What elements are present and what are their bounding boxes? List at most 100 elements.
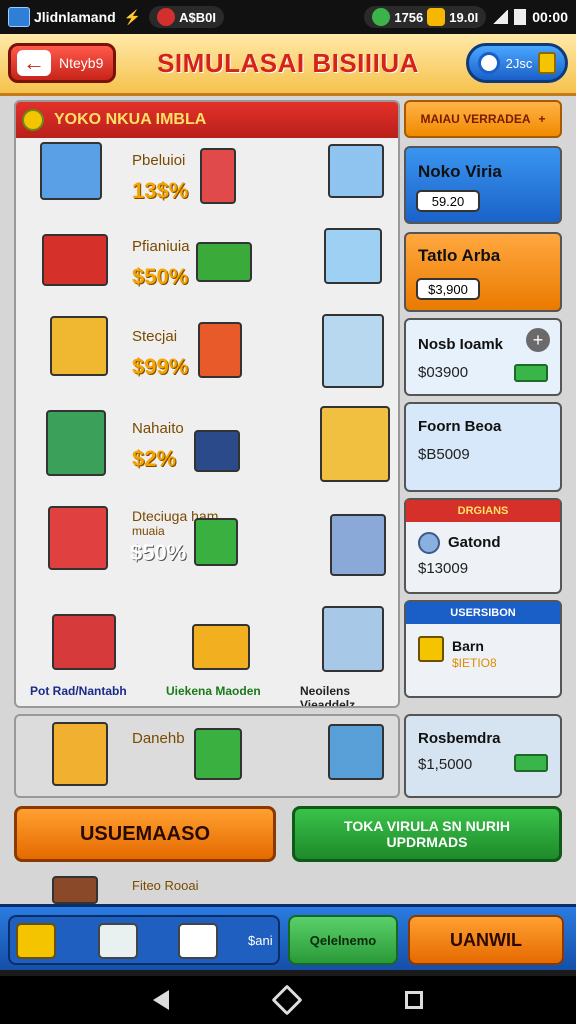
- item-price: $2%: [132, 446, 177, 471]
- status-pill-red: A$B0I: [149, 6, 224, 28]
- status-pill-green-a: 1756: [394, 9, 424, 25]
- shelf-icon[interactable]: [194, 430, 240, 472]
- stat-card[interactable]: Noko Viria 59.20: [404, 146, 562, 224]
- green-badge-icon: [372, 8, 391, 26]
- toolbar-group: $ani: [8, 915, 280, 965]
- secondary-action-button[interactable]: TOKA VIRULA SN NURIH UPDRMADS: [292, 806, 562, 862]
- stat-card[interactable]: Rosbemdra $1,5000: [404, 714, 562, 798]
- card-value: $B5009: [418, 446, 470, 463]
- stat-card[interactable]: USERSIBON Barn $IETIO8: [404, 600, 562, 698]
- plus-icon: +: [538, 112, 546, 126]
- stat-card[interactable]: DRGIANS Gatond $13009: [404, 498, 562, 594]
- coin-stack-icon: [538, 52, 557, 74]
- bottom-label-right: Neoilens Vieaddelz: [300, 684, 356, 708]
- status-pill-red-text: A$B0I: [179, 9, 216, 25]
- card-title: Tatlo Arba: [418, 246, 501, 265]
- produce-crate-icon[interactable]: [194, 518, 238, 566]
- app-icon: [8, 7, 30, 27]
- add-category-label: MAIAU VERRADEA: [420, 112, 531, 126]
- storefront-icon[interactable]: [50, 316, 108, 376]
- nav-back-icon[interactable]: [153, 990, 170, 1010]
- arcade-machine-icon[interactable]: [40, 142, 102, 200]
- status-pill-green: 1756 19.0I: [364, 6, 487, 28]
- bottom-label-left: Pot Rad/Nantabh: [30, 684, 127, 698]
- card-title: Barn: [452, 638, 484, 654]
- checkout-cart-icon[interactable]: [330, 514, 386, 576]
- toolbar-green-button[interactable]: Qelelnemo: [288, 915, 398, 965]
- red-badge-icon: [157, 8, 176, 26]
- toolbar-orange-label: UANWIL: [450, 929, 522, 950]
- catalog-badge-icon: [22, 109, 44, 131]
- blue-orb-icon: [418, 532, 440, 554]
- cart-display-icon[interactable]: [322, 314, 384, 388]
- status-time: 00:00: [532, 9, 568, 25]
- card-value: $1,5000: [418, 756, 473, 773]
- computer-kiosk-icon[interactable]: [322, 606, 384, 672]
- primary-action-label: USUEMAASO: [79, 822, 210, 845]
- bottom-label-middle: Uiekena Maoden: [166, 684, 261, 698]
- secondary-action-line2: UPDRMADS: [386, 834, 468, 850]
- package-icon[interactable]: [98, 923, 138, 959]
- add-category-button[interactable]: MAIAU VERRADEA +: [404, 100, 562, 138]
- status-bar: Jlidnlamand ⚡ A$B0I 1756 19.0I 00:00: [0, 0, 576, 34]
- card-value: $03900: [418, 364, 469, 381]
- toolbar-green-label: Qelelnemo: [309, 932, 377, 948]
- back-label: Nteyb9: [59, 55, 104, 71]
- nav-recents-icon[interactable]: [404, 991, 423, 1009]
- card-value: $IETIO8: [452, 656, 497, 670]
- laptop-icon[interactable]: [324, 228, 382, 284]
- dice-icon[interactable]: [178, 923, 218, 959]
- catalog-heading: YOKO NKUA IMBLA: [54, 111, 207, 128]
- back-button[interactable]: ← Nteyb9: [8, 43, 116, 83]
- delivery-cart-icon[interactable]: [52, 614, 116, 670]
- card-value: $13009: [418, 560, 469, 577]
- shopping-cart-icon[interactable]: [328, 144, 384, 198]
- status-right: 1756 19.0I 00:00: [364, 6, 568, 28]
- signal-icon: [492, 10, 509, 24]
- item-label: Pbeluioi: [132, 152, 186, 169]
- refresh-coin-icon: [477, 52, 500, 74]
- shop-building-icon[interactable]: [48, 506, 108, 570]
- partial-item-label: Fiteo Rooai: [132, 878, 199, 893]
- battery-icon: [514, 9, 527, 25]
- row2-label: Danehb: [132, 730, 185, 747]
- money-icon[interactable]: [16, 923, 56, 959]
- stat-card[interactable]: Nosb Ioamk + $03900: [404, 318, 562, 396]
- system-nav-bar: [0, 976, 576, 1024]
- map-pin-icon[interactable]: [196, 242, 252, 282]
- page-title: SIMULASAI BISIIIUA: [157, 48, 419, 78]
- item-label: Nahaito: [132, 420, 184, 437]
- primary-action-button[interactable]: USUEMAASO: [14, 806, 276, 862]
- card-title: Nosb Ioamk: [418, 336, 504, 353]
- atm-machine-icon[interactable]: [46, 410, 106, 476]
- nav-home-icon[interactable]: [271, 984, 303, 1016]
- stat-card[interactable]: Tatlo Arba $3,900: [404, 232, 562, 312]
- card-title: Noko Viria: [418, 162, 502, 181]
- item-price: $50%: [130, 540, 187, 565]
- basket-icon[interactable]: [328, 724, 384, 780]
- catalog-panel: YOKO NKUA IMBLA Pbeluioi 13$% Pfianiuia …: [14, 100, 400, 708]
- stat-card[interactable]: Foorn Beoa $B5009: [404, 402, 562, 492]
- produce-box-icon[interactable]: [194, 728, 242, 780]
- laptop-gold-icon[interactable]: [320, 406, 390, 482]
- card-header: DRGIANS: [406, 500, 560, 522]
- kiosk-icon[interactable]: [198, 322, 242, 378]
- partial-item-icon: [52, 876, 98, 904]
- item-sublabel: muaia: [132, 524, 165, 538]
- bolt-icon: ⚡: [123, 8, 142, 25]
- secondary-row: Danehb: [14, 714, 400, 798]
- card-title: Foorn Beoa: [418, 418, 502, 435]
- secondary-action-line1: TOKA VIRULA SN NURIH: [344, 818, 510, 834]
- toolbar-orange-button[interactable]: UANWIL: [408, 915, 564, 965]
- status-chip: [514, 364, 548, 382]
- item-price: 13$%: [132, 178, 189, 203]
- item-label: Stecjai: [132, 328, 178, 345]
- red-car-icon[interactable]: [42, 234, 108, 286]
- bottom-toolbar: $ani Qelelnemo UANWIL: [0, 904, 576, 970]
- vending-machine-icon[interactable]: [200, 148, 236, 204]
- yellow-car-icon[interactable]: [192, 624, 250, 670]
- market-stall-icon[interactable]: [52, 722, 108, 786]
- add-circle-icon[interactable]: +: [526, 328, 550, 352]
- coins-button[interactable]: 2Jsc: [466, 43, 568, 83]
- toolbar-text: $ani: [248, 933, 273, 948]
